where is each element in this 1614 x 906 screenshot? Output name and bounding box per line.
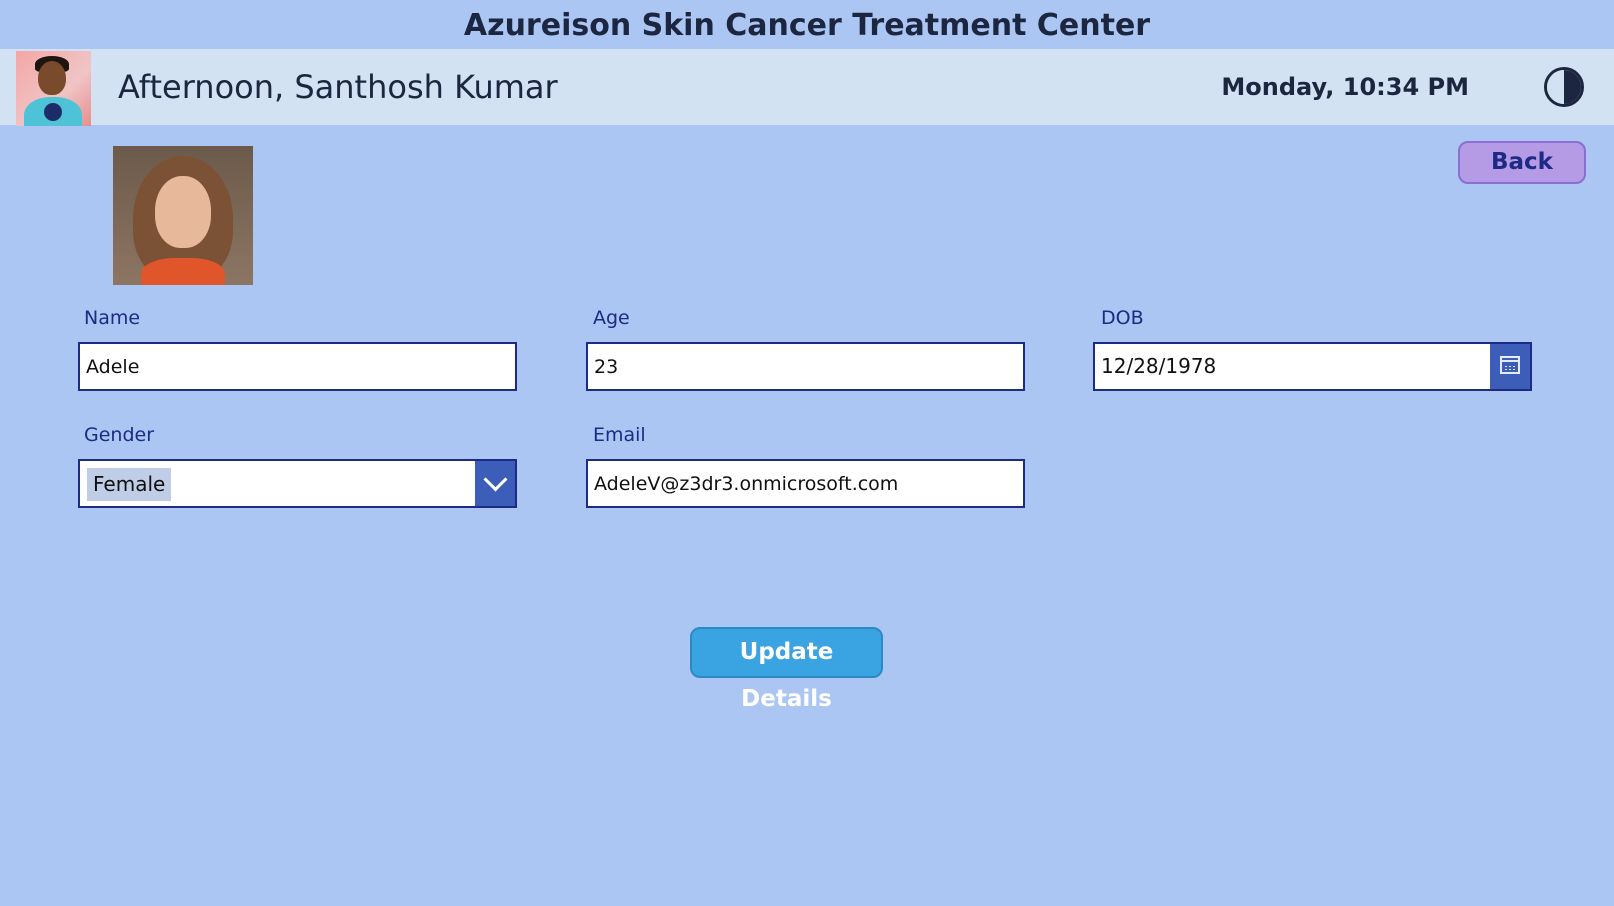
- name-label: Name: [84, 307, 141, 329]
- gender-dropdown[interactable]: Female: [78, 459, 517, 508]
- update-details-button[interactable]: Update Details: [690, 627, 883, 712]
- email-input[interactable]: [586, 459, 1025, 508]
- age-input[interactable]: [586, 342, 1025, 391]
- greeting-text: Afternoon, Santhosh Kumar: [118, 68, 558, 106]
- calendar-icon[interactable]: [1490, 344, 1530, 389]
- back-button[interactable]: Back: [1458, 141, 1586, 184]
- email-label: Email: [593, 424, 646, 446]
- patient-photo: [113, 146, 253, 285]
- chevron-down-icon[interactable]: [475, 461, 515, 506]
- name-input[interactable]: [78, 342, 517, 391]
- dob-date-picker[interactable]: 12/28/1978: [1093, 342, 1532, 391]
- user-avatar: [16, 51, 91, 126]
- dob-label: DOB: [1101, 307, 1144, 329]
- gender-selected-value: Female: [87, 468, 172, 501]
- age-label: Age: [593, 307, 630, 329]
- current-datetime: Monday, 10:34 PM: [1221, 73, 1469, 101]
- dob-value: 12/28/1978: [1101, 354, 1217, 378]
- header-bar: Afternoon, Santhosh Kumar Monday, 10:34 …: [0, 49, 1614, 126]
- gender-label: Gender: [84, 424, 155, 446]
- contrast-icon[interactable]: [1544, 67, 1584, 107]
- app-title: Azureison Skin Cancer Treatment Center: [0, 0, 1614, 49]
